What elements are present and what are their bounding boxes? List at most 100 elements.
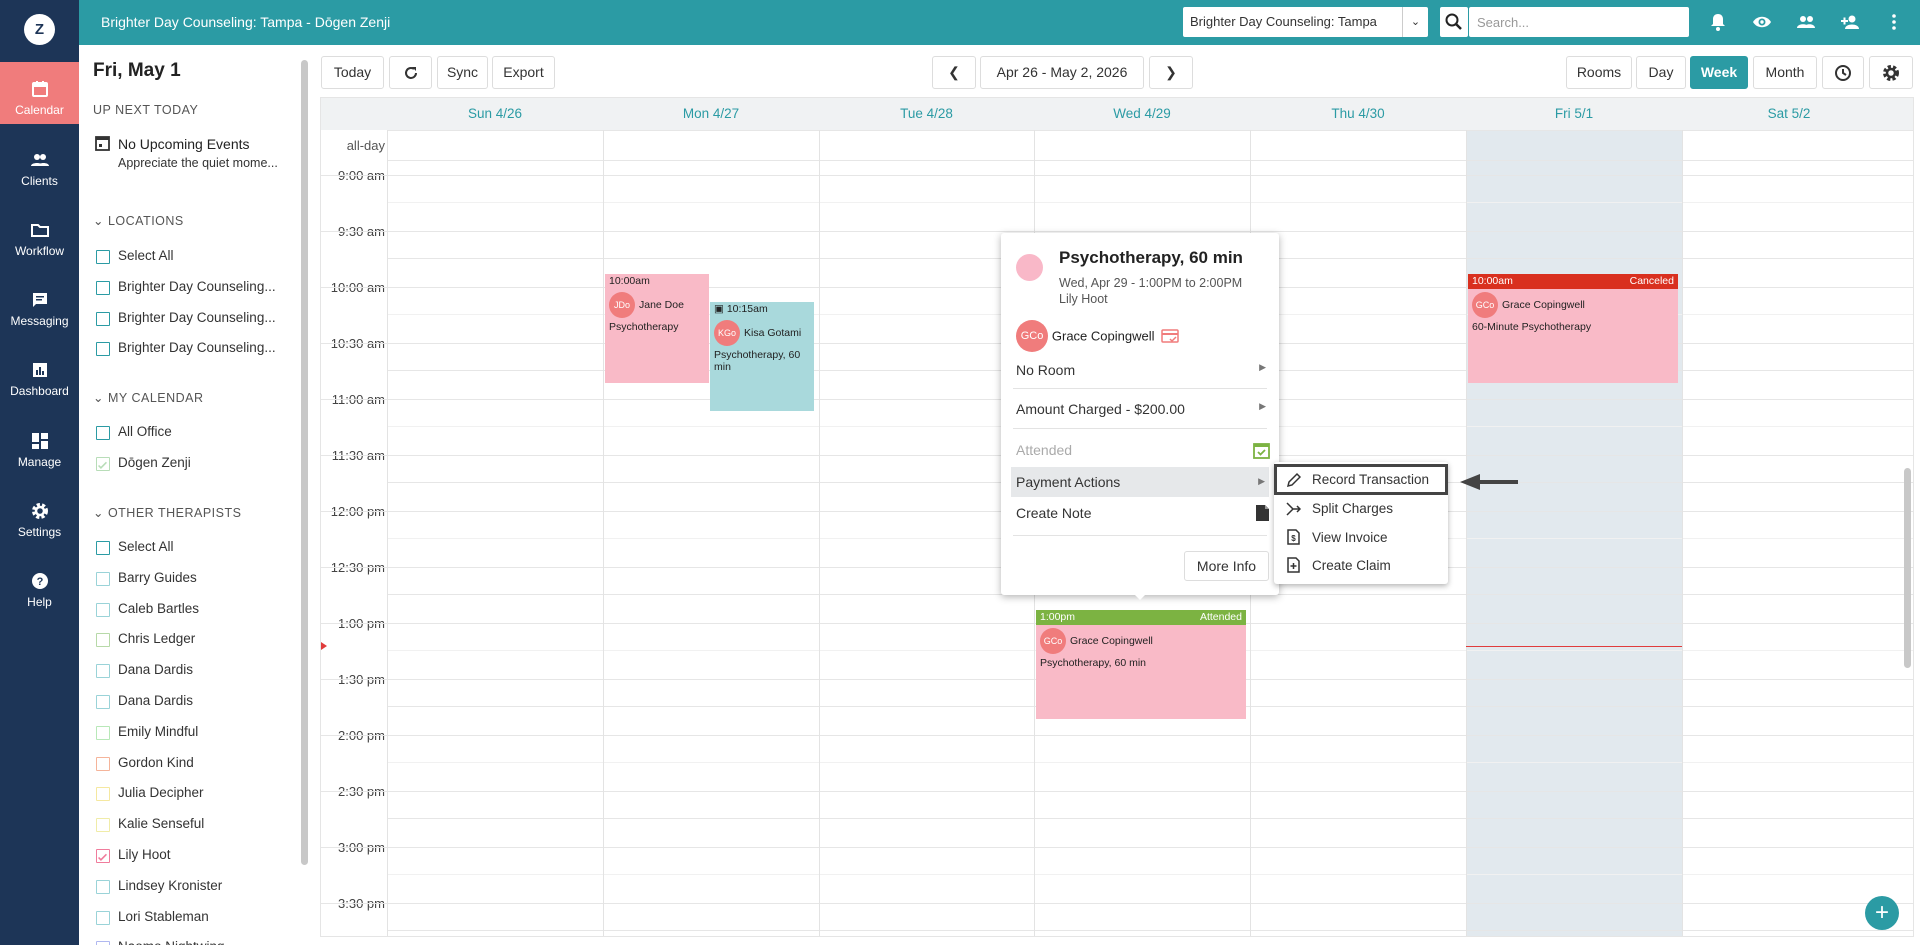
checkbox[interactable] — [96, 849, 110, 863]
more-info-button[interactable]: More Info — [1184, 551, 1269, 581]
location-select[interactable]: Brighter Day Counseling: Tampa ⌄ — [1183, 7, 1428, 37]
checkbox[interactable] — [96, 879, 110, 894]
checkbox[interactable] — [96, 756, 110, 771]
nav-manage[interactable]: Manage — [0, 414, 79, 476]
sidebar-option-label[interactable]: Naomo Nightwing — [118, 939, 298, 945]
sidebar-option-label[interactable]: Chris Ledger — [118, 631, 298, 646]
event-kisa-gotami[interactable]: ▣ 10:15am KGo Kisa Gotami Psychotherapy, 60… — [710, 302, 814, 411]
day-header[interactable]: Fri 5/1 — [1466, 98, 1682, 130]
prev-week-button[interactable]: ❮ — [932, 56, 976, 89]
checkbox[interactable] — [96, 725, 110, 740]
checkbox[interactable] — [96, 941, 110, 945]
sidebar-option-label[interactable]: Lily Hoot — [118, 847, 298, 862]
checkbox[interactable] — [96, 910, 110, 925]
checkbox[interactable] — [96, 818, 110, 833]
day-header[interactable]: Tue 4/28 — [819, 98, 1034, 130]
checkbox[interactable] — [96, 664, 110, 679]
nav-workflow[interactable]: Workflow — [0, 203, 79, 265]
client-avatar: KGo — [714, 320, 740, 346]
rooms-button[interactable]: Rooms — [1566, 56, 1632, 89]
group-icon[interactable] — [1796, 12, 1816, 32]
checkbox[interactable] — [96, 602, 110, 617]
checkbox[interactable] — [96, 787, 110, 802]
view-invoice-item[interactable]: $ View Invoice — [1274, 524, 1448, 551]
nav-settings[interactable]: Settings — [0, 484, 79, 546]
calendar-scrollbar[interactable] — [1904, 468, 1911, 668]
my-calendar-heading[interactable]: ⌄ MY CALENDAR — [93, 390, 204, 405]
event-grace-canceled[interactable]: 10:00am Canceled GCo Grace Copingwell 60-Min… — [1468, 274, 1678, 383]
sidebar-option-label[interactable]: Barry Guides — [118, 570, 298, 585]
sidebar-option-label[interactable]: Dana Dardis — [118, 662, 298, 677]
add-user-icon[interactable] — [1840, 12, 1860, 32]
sidebar-option-label[interactable]: Dana Dardis — [118, 693, 298, 708]
search-input[interactable] — [1469, 7, 1689, 37]
app-logo[interactable]: Z — [24, 14, 55, 45]
nav-clients[interactable]: Clients — [0, 133, 79, 195]
day-header[interactable]: Sun 4/26 — [387, 98, 603, 130]
day-header[interactable]: Mon 4/27 — [603, 98, 819, 130]
month-view-button[interactable]: Month — [1753, 56, 1817, 89]
sidebar-option-label[interactable]: Kalie Senseful — [118, 816, 298, 831]
sidebar-option-label[interactable]: Brighter Day Counseling... — [118, 279, 298, 294]
date-range[interactable]: Apr 26 - May 2, 2026 — [980, 56, 1144, 89]
sidebar-scrollbar[interactable] — [298, 48, 310, 938]
checkbox[interactable] — [96, 633, 110, 648]
sidebar-option-label[interactable]: Dōgen Zenji — [118, 455, 298, 470]
checkbox[interactable] — [96, 456, 110, 471]
checkbox[interactable] — [96, 342, 110, 357]
sidebar-option-label[interactable]: Lori Stableman — [118, 909, 298, 924]
search-button[interactable] — [1440, 7, 1468, 37]
checkbox[interactable] — [96, 311, 110, 326]
day-header[interactable]: Thu 4/30 — [1250, 98, 1466, 130]
nav-dashboard[interactable]: Dashboard — [0, 343, 79, 405]
settings-button[interactable] — [1869, 56, 1913, 89]
clock-button[interactable] — [1822, 56, 1864, 89]
bell-icon[interactable] — [1708, 12, 1728, 32]
export-button[interactable]: Export — [492, 56, 555, 89]
nav-help[interactable]: ? Help — [0, 554, 79, 616]
sidebar-option-label[interactable]: All Office — [118, 424, 298, 439]
day-view-button[interactable]: Day — [1636, 56, 1686, 89]
next-week-button[interactable]: ❯ — [1149, 56, 1193, 89]
week-view-button[interactable]: Week — [1690, 56, 1748, 89]
eye-icon[interactable] — [1752, 12, 1772, 32]
sidebar-option-label[interactable]: Brighter Day Counseling... — [118, 310, 298, 325]
day-header[interactable]: Sat 5/2 — [1682, 98, 1896, 130]
event-jane-doe[interactable]: 10:00am JDo Jane Doe Psychotherapy — [605, 274, 709, 383]
create-claim-label: Create Claim — [1312, 558, 1391, 573]
sidebar-option-label[interactable]: Brighter Day Counseling... — [118, 340, 298, 355]
sidebar-option-label[interactable]: Gordon Kind — [118, 755, 298, 770]
sidebar-option-label[interactable]: Emily Mindful — [118, 724, 298, 739]
refresh-button[interactable] — [389, 56, 432, 89]
event-grace-attended[interactable]: 1:00pm Attended GCo Grace Copingwell Psychot… — [1036, 610, 1246, 719]
more-vertical-icon[interactable] — [1884, 12, 1904, 32]
add-appointment-button[interactable]: + — [1865, 896, 1899, 930]
checkbox[interactable] — [96, 280, 110, 295]
sync-button[interactable]: Sync — [437, 56, 488, 89]
room-row[interactable]: No Room ▶ — [1016, 362, 1266, 378]
today-button[interactable]: Today — [321, 56, 384, 89]
checkbox[interactable] — [96, 695, 110, 709]
record-transaction-item[interactable]: Record Transaction — [1274, 464, 1448, 495]
checkbox[interactable] — [96, 250, 110, 264]
locations-heading[interactable]: ⌄ LOCATIONS — [93, 213, 184, 228]
sidebar-option-label[interactable]: Julia Decipher — [118, 785, 298, 800]
nav-messaging[interactable]: Messaging — [0, 273, 79, 335]
checkbox[interactable] — [96, 541, 110, 555]
popover-client[interactable]: GCo Grace Copingwell — [1016, 320, 1180, 352]
sidebar-option-label[interactable]: Select All — [118, 539, 298, 554]
split-charges-item[interactable]: Split Charges — [1274, 495, 1448, 522]
amount-row[interactable]: Amount Charged - $200.00 ▶ — [1016, 401, 1266, 417]
sidebar-option-label[interactable]: Caleb Bartles — [118, 601, 298, 616]
sidebar-option-label[interactable]: Select All — [118, 248, 298, 263]
create-claim-item[interactable]: Create Claim — [1274, 552, 1448, 579]
sidebar-option-label[interactable]: Lindsey Kronister — [118, 878, 298, 893]
other-therapists-heading[interactable]: ⌄ OTHER THERAPISTS — [93, 505, 241, 520]
checkbox[interactable] — [96, 571, 110, 586]
checkbox[interactable] — [96, 426, 110, 440]
day-header[interactable]: Wed 4/29 — [1034, 98, 1250, 130]
attended-row[interactable]: Attended — [1016, 442, 1270, 459]
create-note-row[interactable]: Create Note — [1016, 505, 1269, 521]
nav-calendar[interactable]: Calendar — [0, 62, 79, 124]
payment-actions-row[interactable]: Payment Actions ▶ — [1011, 467, 1269, 497]
